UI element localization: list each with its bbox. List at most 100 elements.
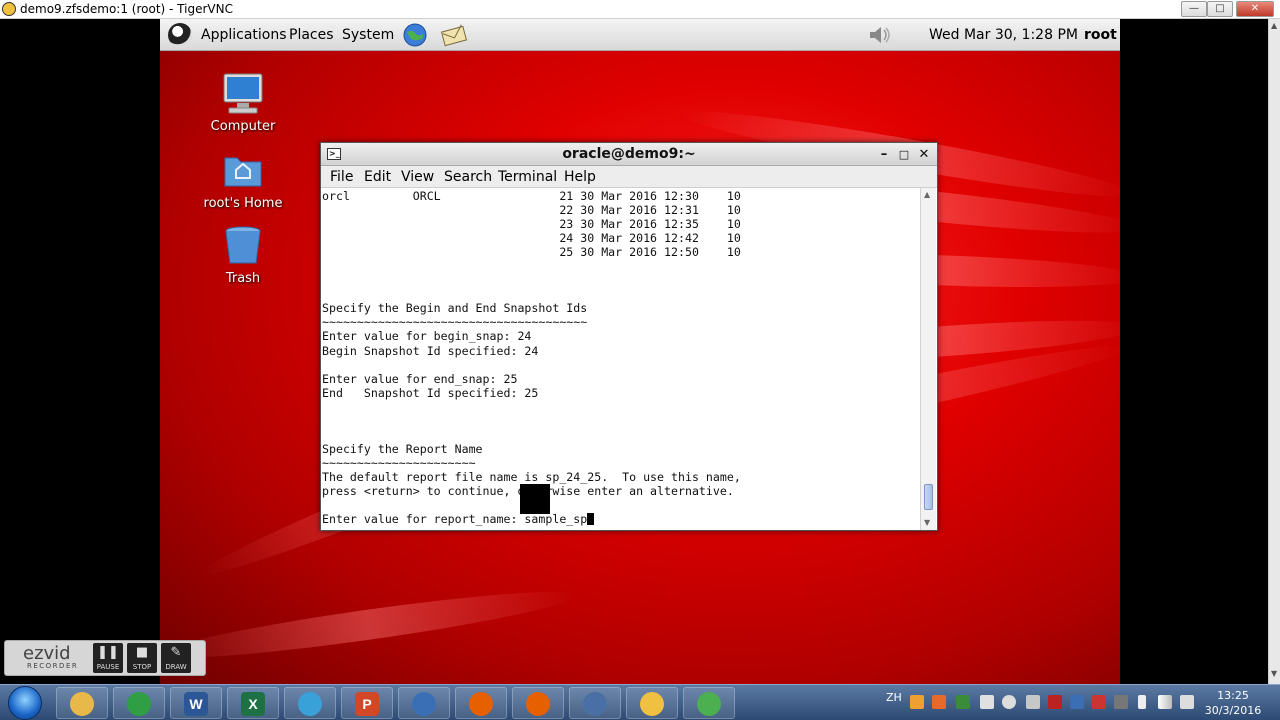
terminal-line: Specify the Report Name xyxy=(322,441,483,456)
battery-icon[interactable] xyxy=(1138,695,1146,709)
scroll-up-icon[interactable]: ▲ xyxy=(924,190,930,199)
terminal-titlebar[interactable]: >_ oracle@demo9:~ – □ ✕ xyxy=(321,143,937,166)
terminal-line: End Snapshot Id specified: 25 xyxy=(322,385,539,400)
taskbar-button[interactable] xyxy=(284,687,336,719)
desktop-icon-home[interactable]: root's Home xyxy=(193,148,293,211)
trash-icon xyxy=(221,223,265,267)
desktop-icon-computer[interactable]: Computer xyxy=(193,71,293,134)
stop-button[interactable]: ■ STOP xyxy=(127,643,157,673)
menu-edit[interactable]: Edit xyxy=(364,166,391,188)
vnc-window-title: demo9.zfsdemo:1 (root) - TigerVNC xyxy=(20,2,233,16)
places-menu[interactable]: Places xyxy=(289,19,334,51)
tigervnc-icon xyxy=(2,2,16,16)
terminal-menubar: File Edit View Search Terminal Help xyxy=(321,166,937,188)
gnome-foot-icon[interactable] xyxy=(168,23,192,47)
stop-label: STOP xyxy=(132,663,152,671)
taskbar-button[interactable] xyxy=(512,687,564,719)
draw-button[interactable]: ✎ DRAW xyxy=(161,643,191,673)
green-globe-icon xyxy=(697,692,721,716)
taskbar-button[interactable]: X xyxy=(227,687,279,719)
terminal-line: orcl ORCL 21 30 Mar 2016 12:30 10 xyxy=(322,189,741,203)
terminal-line: Specify the Begin and End Snapshot Ids xyxy=(322,301,588,316)
applications-menu[interactable]: Applications xyxy=(201,19,287,51)
signal-icon[interactable] xyxy=(1158,695,1172,709)
terminal-line: Enter value for report_name: sample_sp xyxy=(322,512,741,526)
tray-icon[interactable] xyxy=(1114,695,1128,709)
pause-label: PAUSE xyxy=(96,663,120,671)
pause-button[interactable]: ❚❚ PAUSE xyxy=(93,643,123,673)
menu-search[interactable]: Search xyxy=(444,166,492,188)
maximize-button[interactable]: □ xyxy=(1207,1,1233,17)
terminal-line: ~~~~~~~~~~~~~~~~~~~~~~~~~~~~~~~~~~~~~~ xyxy=(322,315,588,330)
desktop-icon-trash[interactable]: Trash xyxy=(193,223,293,286)
tray-icon[interactable] xyxy=(932,695,946,709)
taskbar-button[interactable] xyxy=(56,687,108,719)
terminal-line: The default report file name is sp_24_25… xyxy=(322,469,741,484)
panel-clock[interactable]: Wed Mar 30, 1:28 PM xyxy=(929,19,1078,51)
start-button[interactable] xyxy=(8,686,42,720)
browser-globe-icon[interactable] xyxy=(402,23,428,47)
shield-icon[interactable] xyxy=(1048,695,1062,709)
menu-view[interactable]: View xyxy=(401,166,434,188)
terminal-minimize-button[interactable]: – xyxy=(875,143,893,166)
taskbar-button[interactable] xyxy=(455,687,507,719)
taskbar-button[interactable] xyxy=(398,687,450,719)
scroll-down-icon[interactable]: ▼ xyxy=(1271,669,1277,678)
network-icon xyxy=(583,692,607,716)
terminal-close-button[interactable]: ✕ xyxy=(915,143,933,166)
volume-icon[interactable] xyxy=(866,23,892,47)
clock-time: 13:25 xyxy=(1217,689,1249,702)
taskbar-button[interactable]: P xyxy=(341,687,393,719)
scrollbar-thumb[interactable] xyxy=(924,484,933,510)
panel-user[interactable]: root xyxy=(1084,19,1117,51)
taskbar-button[interactable] xyxy=(113,687,165,719)
terminal-title: oracle@demo9:~ xyxy=(562,146,696,162)
menu-file[interactable]: File xyxy=(330,166,353,188)
firefox-icon xyxy=(526,692,550,716)
terminal-maximize-button[interactable]: □ xyxy=(895,143,913,166)
tray-icon[interactable] xyxy=(1002,695,1016,709)
system-menu[interactable]: System xyxy=(342,19,394,51)
vnc-vertical-scrollbar[interactable]: ▲ ▼ xyxy=(1268,19,1280,684)
terminal-cursor xyxy=(587,513,595,526)
computer-icon xyxy=(221,71,265,115)
globe-icon xyxy=(298,692,322,716)
thunderbird-icon xyxy=(412,692,436,716)
scroll-up-icon[interactable]: ▲ xyxy=(1271,21,1277,30)
terminal-scrollbar[interactable]: ▲ ▼ xyxy=(920,188,936,530)
tray-icon[interactable] xyxy=(980,695,994,709)
pencil-icon: ✎ xyxy=(170,645,182,660)
draw-label: DRAW xyxy=(165,663,187,671)
tray-icon[interactable] xyxy=(956,695,970,709)
chrome-icon xyxy=(127,692,151,716)
terminal-window[interactable]: >_ oracle@demo9:~ – □ ✕ File Edit View S… xyxy=(320,142,938,531)
menu-terminal[interactable]: Terminal xyxy=(498,166,557,188)
tray-icon[interactable] xyxy=(1092,695,1106,709)
volume-muted-icon[interactable] xyxy=(1180,695,1194,709)
tray-icon[interactable] xyxy=(910,695,924,709)
taskbar-button[interactable] xyxy=(569,687,621,719)
menu-help[interactable]: Help xyxy=(564,166,596,188)
taskbar-clock[interactable]: 13:25 30/3/2016 xyxy=(1200,688,1266,718)
close-button[interactable]: ✕ xyxy=(1236,1,1274,17)
minimize-button[interactable]: — xyxy=(1181,1,1207,17)
terminal-output[interactable]: orcl ORCL 21 30 Mar 2016 12:30 10 22 30 … xyxy=(322,188,920,530)
taskbar-button[interactable] xyxy=(683,687,735,719)
terminal-line: Enter value for begin_snap: 24 xyxy=(322,329,532,344)
mail-icon[interactable] xyxy=(440,23,468,47)
taskbar-button[interactable]: W xyxy=(170,687,222,719)
tray-icon[interactable] xyxy=(1070,695,1084,709)
scroll-down-icon[interactable]: ▼ xyxy=(924,518,930,527)
tray-icon[interactable] xyxy=(1026,695,1040,709)
stop-icon: ■ xyxy=(135,645,149,660)
taskbar-button[interactable] xyxy=(626,687,678,719)
vnc-window-titlebar[interactable]: demo9.zfsdemo:1 (root) - TigerVNC — □ ✕ xyxy=(0,0,1280,19)
powerpoint-icon: P xyxy=(355,692,379,716)
desktop-icon-label: root's Home xyxy=(203,196,283,211)
language-indicator[interactable]: ZH xyxy=(886,691,902,704)
